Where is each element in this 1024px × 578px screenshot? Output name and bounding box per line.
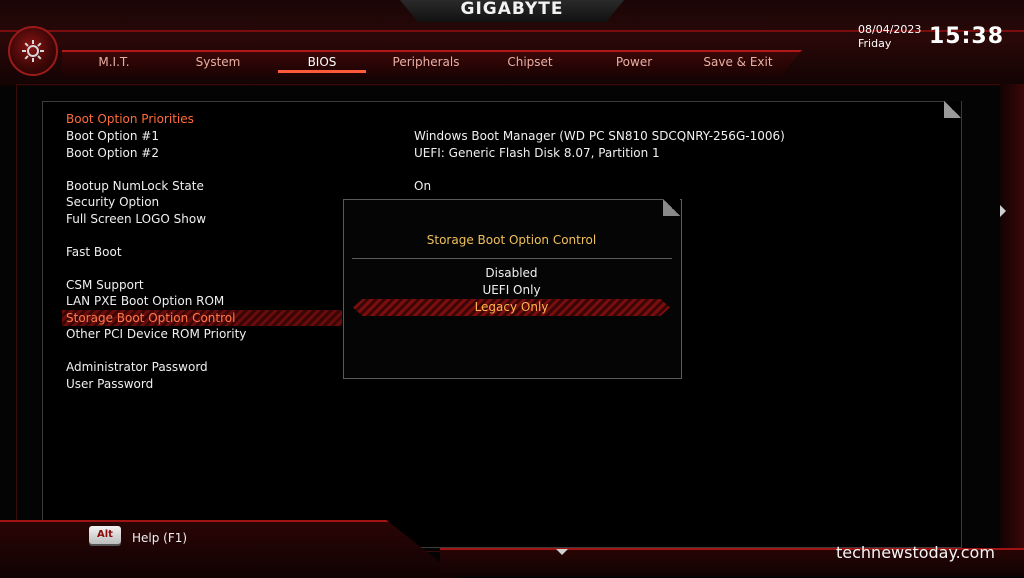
- numlock-value[interactable]: On: [414, 179, 431, 193]
- fast-boot-label[interactable]: Fast Boot: [66, 245, 122, 259]
- gear-icon: [22, 40, 44, 62]
- date-display: 08/04/2023 Friday: [858, 23, 921, 51]
- tab-bios[interactable]: BIOS: [282, 55, 362, 71]
- right-side-bar: [1000, 84, 1024, 554]
- popup-option-legacy-only[interactable]: Legacy Only: [343, 300, 680, 314]
- right-arrow-icon[interactable]: [1000, 205, 1006, 217]
- popup-option-uefi-only[interactable]: UEFI Only: [343, 283, 680, 297]
- storage-boot-option-label[interactable]: Storage Boot Option Control: [66, 311, 235, 325]
- popup-divider: [352, 258, 672, 259]
- settings-gear-icon[interactable]: [8, 26, 58, 76]
- tab-power[interactable]: Power: [594, 55, 674, 71]
- popup-option-disabled[interactable]: Disabled: [343, 266, 680, 280]
- tab-save-exit[interactable]: Save & Exit: [692, 55, 784, 71]
- brand-logo: GIGABYTE: [460, 0, 564, 19]
- tab-chipset[interactable]: Chipset: [490, 55, 570, 71]
- footer-band-left: [0, 520, 460, 578]
- boot-option-2-value[interactable]: UEFI: Generic Flash Disk 8.07, Partition…: [414, 146, 660, 160]
- tab-system[interactable]: System: [178, 55, 258, 71]
- popup-corner-fold: [663, 199, 680, 216]
- tab-mit[interactable]: M.I.T.: [74, 55, 154, 71]
- help-label[interactable]: Help (F1): [132, 531, 187, 545]
- down-arrow-icon[interactable]: [556, 549, 568, 555]
- admin-password-label[interactable]: Administrator Password: [66, 360, 208, 374]
- csm-support-label[interactable]: CSM Support: [66, 278, 144, 292]
- watermark: technewstoday.com: [836, 543, 995, 562]
- other-pci-rom-label[interactable]: Other PCI Device ROM Priority: [66, 327, 246, 341]
- boot-option-1-value[interactable]: Windows Boot Manager (WD PC SN810 SDCQNR…: [414, 129, 785, 143]
- numlock-label[interactable]: Bootup NumLock State: [66, 179, 204, 193]
- panel-corner-fold: [944, 101, 961, 118]
- security-option-label[interactable]: Security Option: [66, 195, 159, 209]
- section-boot-option-priorities: Boot Option Priorities: [66, 112, 194, 126]
- tab-peripherals[interactable]: Peripherals: [380, 55, 472, 71]
- active-tab-indicator: [278, 70, 366, 73]
- date-text: 08/04/2023: [858, 23, 922, 36]
- lan-pxe-label[interactable]: LAN PXE Boot Option ROM: [66, 294, 224, 308]
- boot-option-2-label[interactable]: Boot Option #2: [66, 146, 159, 160]
- clock: 15:38: [929, 24, 1005, 49]
- full-screen-logo-label[interactable]: Full Screen LOGO Show: [66, 212, 206, 226]
- popup-title: Storage Boot Option Control: [426, 233, 597, 247]
- day-text: Friday: [858, 37, 892, 50]
- user-password-label[interactable]: User Password: [66, 377, 153, 391]
- alt-key-icon[interactable]: Alt: [89, 526, 121, 544]
- boot-option-1-label[interactable]: Boot Option #1: [66, 129, 159, 143]
